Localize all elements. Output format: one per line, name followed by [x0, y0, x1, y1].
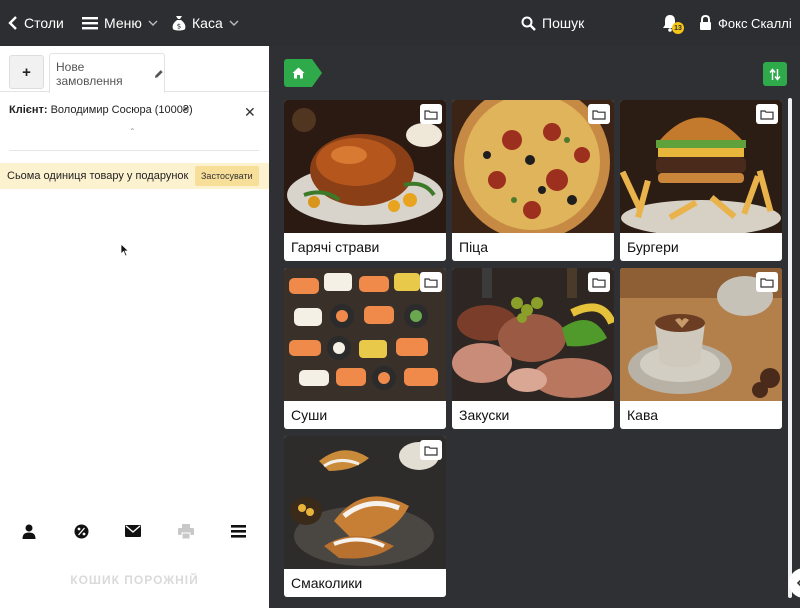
notifications-button[interactable]: 13: [662, 0, 684, 46]
promo-text: Сьома одиниця товару у подарунок: [7, 170, 189, 182]
top-bar: Столи Меню $ Каса Пошук 13 Фокс Скаллі: [0, 0, 800, 46]
cash-label: Каса: [192, 15, 223, 31]
more-action-button[interactable]: [227, 520, 249, 542]
menu-dropdown[interactable]: Меню: [82, 0, 158, 46]
money-bag-icon: $: [172, 15, 186, 30]
scrollbar[interactable]: [788, 98, 792, 598]
search-icon: [521, 16, 536, 31]
add-order-button[interactable]: +: [9, 55, 44, 89]
category-card[interactable]: Смаколики: [284, 436, 446, 597]
category-card[interactable]: Кава: [620, 268, 782, 429]
category-card[interactable]: Бургери: [620, 100, 782, 261]
client-action-button[interactable]: [18, 520, 40, 542]
order-actions: [0, 516, 269, 546]
user-name: Фокс Скаллі: [718, 15, 792, 31]
chevron-down-icon: [148, 20, 158, 26]
category-label: Закуски: [459, 407, 510, 423]
lock-icon: [700, 15, 711, 30]
notification-badge: 13: [672, 22, 684, 34]
search-label: Пошук: [542, 15, 585, 31]
chevron-down-icon: [229, 20, 239, 26]
category-card[interactable]: Піца: [452, 100, 614, 261]
tab-new-order[interactable]: Нове замовлення: [49, 53, 165, 93]
category-label: Смаколики: [291, 575, 363, 591]
apply-promo-button[interactable]: Застосувати: [195, 166, 259, 186]
folder-icon: [756, 104, 778, 124]
print-action-button[interactable]: [175, 520, 197, 542]
home-button[interactable]: [284, 59, 312, 87]
client-info: Клієнт: Володимир Сосюра (1000₴): [9, 104, 193, 116]
mouse-cursor-icon: [120, 243, 130, 257]
print-icon: [178, 523, 194, 539]
order-tab-label: Нове замовлення: [56, 59, 123, 88]
category-label: Піца: [459, 239, 488, 255]
home-icon: [292, 67, 304, 79]
discount-action-button[interactable]: [70, 520, 92, 542]
collapse-toggle[interactable]: ⌃: [129, 127, 136, 136]
chevron-left-icon: [8, 16, 17, 30]
order-panel: + Нове замовлення Клієнт: Володимир Сосю…: [0, 46, 269, 608]
mail-action-button[interactable]: [122, 520, 144, 542]
category-label: Суши: [291, 407, 328, 423]
category-card[interactable]: Гарячі страви: [284, 100, 446, 261]
remove-client-button[interactable]: ✕: [244, 104, 256, 121]
order-tabs: + Нове замовлення: [0, 46, 269, 93]
divider: [9, 150, 259, 151]
percent-icon: [74, 524, 88, 538]
cash-dropdown[interactable]: $ Каса: [172, 0, 239, 46]
back-label: Столи: [24, 15, 64, 31]
client-value: Володимир Сосюра (1000₴): [50, 104, 193, 116]
back-to-tables-button[interactable]: Столи: [8, 0, 64, 46]
folder-icon: [588, 104, 610, 124]
category-label: Бургери: [627, 239, 679, 255]
category-card[interactable]: Закуски: [452, 268, 614, 429]
category-card[interactable]: Суши: [284, 268, 446, 429]
folder-icon: [756, 272, 778, 292]
empty-cart-text: КОШИК ПОРОЖНІЙ: [70, 573, 199, 587]
user-icon: [22, 524, 36, 539]
category-label: Гарячі страви: [291, 239, 380, 255]
user-menu[interactable]: Фокс Скаллі: [699, 0, 792, 46]
folder-icon: [420, 104, 442, 124]
pencil-icon[interactable]: [154, 69, 164, 79]
list-icon: [230, 524, 246, 538]
category-label: Кава: [627, 407, 659, 423]
search-button[interactable]: Пошук: [521, 0, 584, 46]
catalog-panel: Гарячі страви Піца Бургери Суши Закуски …: [269, 46, 800, 608]
sort-button[interactable]: [763, 62, 787, 86]
promo-banner: Сьома одиниця товару у подарунок Застосу…: [0, 163, 269, 189]
folder-icon: [420, 272, 442, 292]
mail-icon: [125, 525, 141, 537]
hamburger-icon: [82, 17, 98, 30]
client-label: Клієнт:: [9, 104, 48, 116]
folder-icon: [420, 440, 442, 460]
chevron-left-icon: [796, 579, 800, 587]
menu-label: Меню: [104, 15, 142, 31]
breadcrumb-arrow: [312, 59, 322, 87]
sort-arrows-icon: [769, 67, 781, 81]
svg-text:$: $: [177, 22, 181, 30]
folder-icon: [588, 272, 610, 292]
